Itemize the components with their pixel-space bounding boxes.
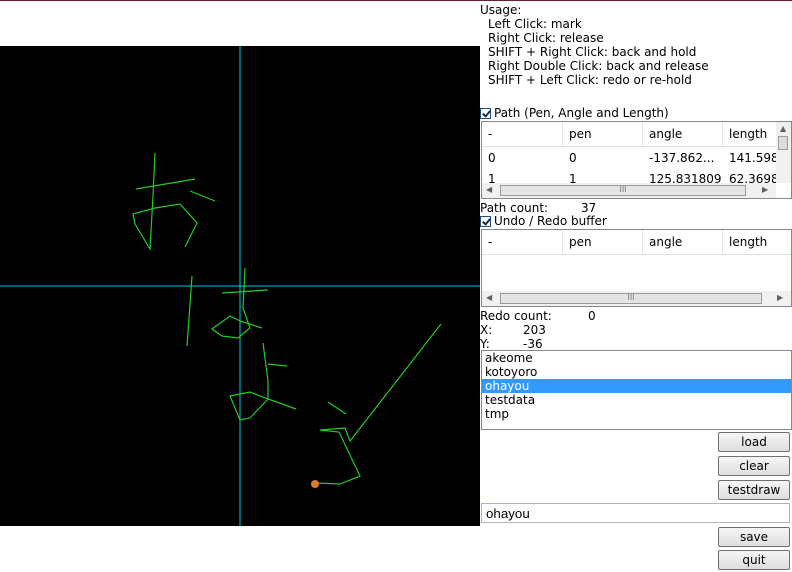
cursor-x-value: 203	[523, 323, 546, 337]
path-checkbox-box[interactable]	[480, 107, 491, 119]
redo-buffer-checkbox[interactable]: Undo / Redo buffer	[480, 214, 607, 228]
usage-line: Left Click: mark	[488, 17, 582, 31]
scroll-right-arrow-icon[interactable]: ▶	[762, 186, 768, 194]
path-table-horizontal-scrollbar[interactable]: ◀ III ▶	[482, 183, 776, 198]
window-top-border	[0, 0, 792, 1]
table-cell: 0	[488, 151, 496, 165]
cursor-y-value: -36	[523, 337, 543, 351]
testdraw-button[interactable]: testdraw	[718, 480, 790, 500]
column-header[interactable]: length	[723, 230, 791, 254]
scroll-thumb[interactable]: III	[500, 185, 746, 196]
scroll-thumb[interactable]	[778, 136, 788, 150]
column-header[interactable]: -	[482, 230, 563, 254]
save-button[interactable]: save	[718, 527, 790, 547]
redo-table-header: - pen angle length	[482, 230, 791, 255]
list-item[interactable]: akeome	[482, 351, 791, 365]
scroll-up-arrow-icon[interactable]: ▲	[780, 125, 786, 133]
load-button[interactable]: load	[718, 432, 790, 452]
path-count-value: 37	[581, 201, 597, 215]
list-item[interactable]: kotoyoro	[482, 365, 791, 379]
filename-input[interactable]	[481, 503, 790, 523]
path-table-header: - pen angle length	[482, 122, 791, 147]
redo-buffer-checkbox-box[interactable]	[480, 215, 491, 227]
redo-table[interactable]: - pen angle length ◀ III ▶	[481, 229, 792, 307]
path-table-vertical-scrollbar[interactable]: ▲	[776, 122, 791, 183]
redo-table-horizontal-scrollbar[interactable]: ◀ III ▶	[482, 291, 791, 306]
table-cell: 0	[569, 151, 577, 165]
cursor-y-label: Y:	[480, 337, 490, 351]
file-list[interactable]: akeome kotoyoro ohayou testdata tmp	[481, 350, 792, 430]
scroll-left-arrow-icon[interactable]: ◀	[486, 294, 492, 302]
redo-count-value: 0	[588, 309, 596, 323]
usage-help: Usage: Left Click: mark Right Click: rel…	[480, 3, 792, 87]
list-item[interactable]: tmp	[482, 407, 791, 421]
usage-title: Usage:	[480, 3, 522, 17]
usage-line: SHIFT + Right Click: back and hold	[488, 45, 697, 59]
column-header[interactable]: pen	[563, 230, 643, 254]
pen-position-marker	[311, 480, 319, 488]
table-cell: -137.862...	[649, 151, 715, 165]
column-header[interactable]: -	[482, 122, 563, 146]
column-header[interactable]: pen	[563, 122, 643, 146]
drawing-canvas[interactable]	[0, 46, 480, 526]
drawing-surface[interactable]	[0, 46, 480, 526]
column-header[interactable]: angle	[643, 230, 723, 254]
list-item-selected[interactable]: ohayou	[482, 379, 791, 393]
scroll-left-arrow-icon[interactable]: ◀	[486, 186, 492, 194]
clear-button[interactable]: clear	[718, 456, 790, 476]
usage-line: Right Double Click: back and release	[488, 59, 709, 73]
quit-button[interactable]: quit	[718, 550, 790, 570]
list-item[interactable]: testdata	[482, 393, 791, 407]
scroll-thumb[interactable]: III	[500, 293, 762, 304]
table-row[interactable]: 0 0 -137.862... 141.598	[482, 147, 791, 168]
redo-buffer-checkbox-label: Undo / Redo buffer	[494, 214, 607, 228]
path-checkbox[interactable]: Path (Pen, Angle and Length)	[480, 106, 669, 120]
drawn-strokes	[132, 152, 442, 485]
redo-count-label: Redo count:	[480, 309, 552, 323]
usage-line: Right Click: release	[488, 31, 604, 45]
path-table[interactable]: - pen angle length 0 0 -137.862... 141.5…	[481, 121, 792, 199]
usage-line: SHIFT + Left Click: redo or re-hold	[488, 73, 692, 87]
path-count-label: Path count:	[480, 201, 549, 215]
column-header[interactable]: angle	[643, 122, 723, 146]
path-checkbox-label: Path (Pen, Angle and Length)	[494, 106, 669, 120]
cursor-x-label: X:	[480, 323, 493, 337]
scroll-right-arrow-icon[interactable]: ▶	[777, 294, 783, 302]
